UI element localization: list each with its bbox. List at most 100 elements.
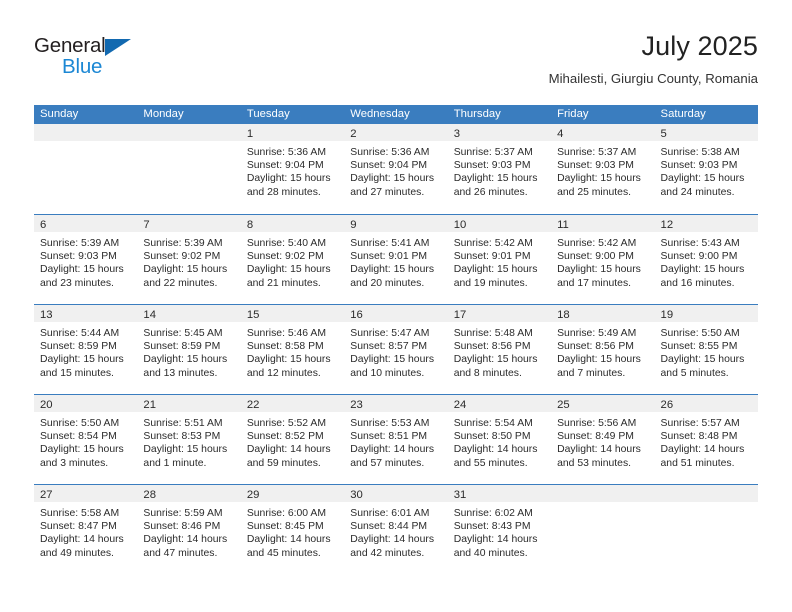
sunset-text: Sunset: 8:45 PM: [246, 521, 324, 533]
day-cell[interactable]: 18 Sunrise: 5:49 AM Sunset: 8:56 PM Dayligh…: [551, 305, 655, 394]
day-number-band: 22: [240, 395, 345, 412]
daylight-text-line2: and 8 minutes.: [453, 367, 522, 379]
sunset-text: Sunset: 8:48 PM: [660, 431, 738, 443]
daylight-text-line1: Daylight: 14 hours: [143, 534, 228, 546]
daylight-text-line1: Daylight: 14 hours: [350, 444, 435, 456]
day-details: Sunrise: 5:59 AM Sunset: 8:46 PM Daylight:…: [137, 502, 240, 560]
day-cell[interactable]: 9 Sunrise: 5:41 AM Sunset: 9:01 PM Daylight…: [344, 215, 448, 304]
day-details: Sunrise: 5:38 AM Sunset: 9:03 PM Daylight:…: [655, 141, 758, 199]
day-cell[interactable]: 2 Sunrise: 5:36 AM Sunset: 9:04 PM Daylight…: [344, 124, 448, 214]
calendar-page: General Blue July 2025 Mihailesti, Giurg…: [0, 0, 792, 612]
day-details: Sunrise: 5:36 AM Sunset: 9:04 PM Daylight:…: [344, 141, 447, 199]
day-cell[interactable]: 14 Sunrise: 5:45 AM Sunset: 8:59 PM Dayligh…: [137, 305, 241, 394]
day-cell[interactable]: 3 Sunrise: 5:37 AM Sunset: 9:03 PM Daylight…: [447, 124, 552, 214]
day-details: Sunrise: 5:58 AM Sunset: 8:47 PM Daylight:…: [34, 502, 137, 560]
day-number: 28: [143, 489, 156, 501]
day-number-band: 19: [654, 305, 758, 322]
day-cell[interactable]: 29 Sunrise: 6:00 AM Sunset: 8:45 PM Dayligh…: [240, 485, 345, 574]
day-cell[interactable]: 26 Sunrise: 5:57 AM Sunset: 8:48 PM Dayligh…: [654, 395, 758, 484]
day-number: 13: [40, 309, 53, 321]
day-cell[interactable]: 10 Sunrise: 5:42 AM Sunset: 9:01 PM Dayligh…: [447, 215, 552, 304]
day-number: 8: [246, 219, 254, 231]
daylight-text-line2: and 5 minutes.: [660, 367, 729, 379]
day-cell[interactable]: 7 Sunrise: 5:39 AM Sunset: 9:02 PM Daylight…: [137, 215, 241, 304]
day-number: 4: [557, 128, 564, 140]
day-number: 26: [660, 399, 674, 411]
sunrise-text: Sunrise: 5:54 AM: [453, 418, 533, 429]
daylight-text-line1: Daylight: 15 hours: [350, 264, 435, 276]
day-cell[interactable]: 17 Sunrise: 5:48 AM Sunset: 8:56 PM Dayligh…: [447, 305, 552, 394]
daylight-text-line1: Daylight: 14 hours: [40, 534, 124, 546]
location-subtitle: Mihailesti, Giurgiu County, Romania: [548, 71, 758, 86]
day-cell-empty: [34, 124, 138, 214]
day-number: 21: [143, 399, 156, 411]
day-cell[interactable]: 19 Sunrise: 5:50 AM Sunset: 8:55 PM Dayligh…: [654, 305, 758, 394]
day-cell[interactable]: 24 Sunrise: 5:54 AM Sunset: 8:50 PM Dayligh…: [447, 395, 552, 484]
day-cell[interactable]: 28 Sunrise: 5:59 AM Sunset: 8:46 PM Dayligh…: [137, 485, 241, 574]
sunrise-text: Sunrise: 6:01 AM: [350, 508, 430, 519]
daylight-text-line2: and 55 minutes.: [453, 457, 528, 469]
day-number: 12: [660, 219, 674, 231]
daylight-text-line1: Daylight: 15 hours: [246, 354, 331, 366]
week-row: 20 Sunrise: 5:50 AM Sunset: 8:54 PM Dayligh…: [34, 394, 758, 484]
sunset-text: Sunset: 9:04 PM: [246, 160, 324, 172]
day-cell[interactable]: 13 Sunrise: 5:44 AM Sunset: 8:59 PM Dayligh…: [34, 305, 138, 394]
day-cell[interactable]: 30 Sunrise: 6:01 AM Sunset: 8:44 PM Dayligh…: [344, 485, 448, 574]
day-number-band: 30: [344, 485, 448, 502]
day-cell[interactable]: 20 Sunrise: 5:50 AM Sunset: 8:54 PM Dayligh…: [34, 395, 138, 484]
sunset-text: Sunset: 8:58 PM: [246, 341, 324, 353]
day-cell[interactable]: 31 Sunrise: 6:02 AM Sunset: 8:43 PM Dayligh…: [447, 485, 552, 574]
daylight-text-line1: Daylight: 15 hours: [453, 264, 538, 276]
day-cell[interactable]: 22 Sunrise: 5:52 AM Sunset: 8:52 PM Dayligh…: [240, 395, 345, 484]
day-cell[interactable]: 15 Sunrise: 5:46 AM Sunset: 8:58 PM Dayligh…: [240, 305, 345, 394]
day-details: Sunrise: 5:46 AM Sunset: 8:58 PM Daylight:…: [241, 322, 344, 380]
day-number: 29: [246, 489, 260, 501]
day-cell[interactable]: 27 Sunrise: 5:58 AM Sunset: 8:47 PM Dayligh…: [34, 485, 138, 574]
day-cell[interactable]: 21 Sunrise: 5:51 AM Sunset: 8:53 PM Dayligh…: [137, 395, 241, 484]
sunset-text: Sunset: 9:01 PM: [453, 251, 531, 263]
daylight-text-line1: Daylight: 14 hours: [453, 534, 538, 546]
day-cell[interactable]: 4 Sunrise: 5:37 AM Sunset: 9:03 PM Daylight…: [551, 124, 655, 214]
daylight-text-line1: Daylight: 15 hours: [557, 173, 641, 185]
sunrise-text: Sunrise: 5:47 AM: [350, 328, 430, 339]
day-number-band: 7: [137, 215, 241, 232]
day-cell[interactable]: 5 Sunrise: 5:38 AM Sunset: 9:03 PM Daylight…: [654, 124, 758, 214]
day-number-band: [654, 485, 758, 502]
day-number: 31: [453, 489, 467, 501]
sunset-text: Sunset: 8:56 PM: [557, 341, 634, 353]
sunset-text: Sunset: 9:02 PM: [246, 251, 324, 263]
sunset-text: Sunset: 8:56 PM: [453, 341, 531, 353]
day-number: 18: [557, 309, 570, 321]
daylight-text-line1: Daylight: 14 hours: [660, 444, 745, 456]
day-cell[interactable]: 23 Sunrise: 5:53 AM Sunset: 8:51 PM Dayligh…: [344, 395, 448, 484]
day-cell[interactable]: 25 Sunrise: 5:56 AM Sunset: 8:49 PM Dayligh…: [551, 395, 655, 484]
day-number-band: 1: [240, 124, 345, 141]
sunset-text: Sunset: 8:54 PM: [40, 431, 117, 443]
day-number: 3: [453, 128, 460, 140]
day-number: 24: [453, 399, 467, 411]
sunrise-text: Sunrise: 5:39 AM: [40, 238, 120, 249]
day-details: Sunrise: 5:52 AM Sunset: 8:52 PM Daylight:…: [241, 412, 344, 470]
day-details: Sunrise: 5:49 AM Sunset: 8:56 PM Daylight:…: [551, 322, 654, 380]
sunrise-text: Sunrise: 5:56 AM: [557, 418, 637, 429]
daylight-text-line1: Daylight: 15 hours: [350, 354, 435, 366]
day-cell[interactable]: 8 Sunrise: 5:40 AM Sunset: 9:02 PM Daylight…: [240, 215, 345, 304]
day-number-band: 31: [447, 485, 552, 502]
calendar-table: Sunday Monday Tuesday Wednesday Thursday Frid…: [34, 105, 758, 574]
day-number: 30: [350, 489, 363, 501]
calendar-weeks: 1 Sunrise: 5:36 AM Sunset: 9:04 PM Daylight…: [34, 124, 758, 574]
sunrise-text: Sunrise: 5:42 AM: [557, 238, 637, 249]
day-number: 22: [246, 399, 260, 411]
general-blue-logo: General Blue: [34, 34, 194, 86]
day-cell[interactable]: 1 Sunrise: 5:36 AM Sunset: 9:04 PM Daylight…: [240, 124, 345, 214]
daylight-text-line2: and 3 minutes.: [40, 457, 109, 469]
day-number-band: 2: [344, 124, 448, 141]
sunset-text: Sunset: 9:01 PM: [350, 251, 428, 263]
sunset-text: Sunset: 8:50 PM: [453, 431, 531, 443]
day-number: 9: [350, 219, 357, 231]
sunset-text: Sunset: 9:03 PM: [557, 160, 634, 172]
day-cell[interactable]: 12 Sunrise: 5:43 AM Sunset: 9:00 PM Dayligh…: [654, 215, 758, 304]
day-cell[interactable]: 6 Sunrise: 5:39 AM Sunset: 9:03 PM Daylight…: [34, 215, 138, 304]
day-cell[interactable]: 16 Sunrise: 5:47 AM Sunset: 8:57 PM Dayligh…: [344, 305, 448, 394]
day-cell[interactable]: 11 Sunrise: 5:42 AM Sunset: 9:00 PM Dayligh…: [551, 215, 655, 304]
